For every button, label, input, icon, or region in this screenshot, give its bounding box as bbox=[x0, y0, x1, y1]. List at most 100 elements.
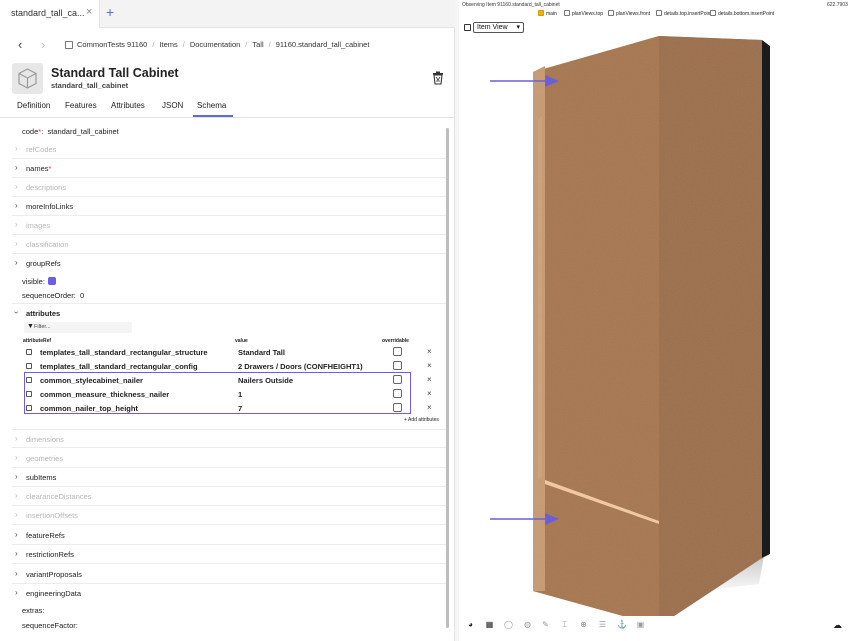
overridable-checkbox[interactable] bbox=[393, 347, 402, 356]
item-thumbnail bbox=[12, 63, 43, 94]
external-link-icon[interactable] bbox=[26, 363, 32, 369]
close-icon[interactable]: × bbox=[86, 6, 92, 18]
chevron-right-icon: › bbox=[15, 258, 18, 267]
section-grouprefs[interactable]: › groupRefs bbox=[12, 254, 446, 273]
layer-toggle-details-bottom[interactable]: details.bottom.insertPoint bbox=[710, 10, 774, 17]
external-link-icon[interactable] bbox=[26, 349, 32, 355]
section-refcodes[interactable]: › refCodes bbox=[12, 140, 446, 159]
section-variantproposals[interactable]: › variantProposals bbox=[12, 565, 446, 584]
layer-checkbox[interactable] bbox=[710, 10, 716, 16]
section-subitems[interactable]: › subItems bbox=[12, 468, 446, 487]
overridable-checkbox[interactable] bbox=[393, 361, 402, 370]
chevron-right-icon: › bbox=[15, 144, 18, 153]
sphere-icon[interactable]: ◍ bbox=[523, 620, 532, 629]
viewer-toolbar: ◕ ▦ ◯ ◍ ✎ ⌶ ⊕ ☰ ⚓ ▣ bbox=[464, 620, 854, 632]
remove-attribute-icon[interactable]: × bbox=[427, 375, 432, 384]
chevron-right-icon: › bbox=[15, 163, 18, 172]
sequence-order-field: sequenceOrder: 0 bbox=[22, 291, 85, 300]
breadcrumb-item[interactable]: Tall bbox=[252, 40, 263, 49]
attribute-name[interactable]: templates_tall_standard_rectangular_stru… bbox=[40, 348, 208, 357]
section-geometries[interactable]: › geometries bbox=[12, 449, 446, 468]
view-mode-select[interactable]: Item View ▾ bbox=[473, 22, 524, 33]
palette-icon[interactable]: ◕ bbox=[466, 620, 475, 629]
target-icon[interactable]: ⊕ bbox=[579, 620, 588, 629]
remove-attribute-icon[interactable]: × bbox=[427, 389, 432, 398]
code-value[interactable]: standard_tall_cabinet bbox=[47, 127, 118, 136]
attribute-value[interactable]: 2 Drawers / Doors (CONFHEIGHT1) bbox=[238, 362, 363, 371]
section-label: engineeringData bbox=[26, 589, 82, 598]
chevron-down-icon: ▾ bbox=[516, 24, 520, 31]
section-label: names* bbox=[26, 164, 52, 173]
item-tabs: Definition Features Attributes JSON Sche… bbox=[0, 96, 455, 118]
attribute-name[interactable]: templates_tall_standard_rectangular_conf… bbox=[40, 362, 198, 371]
remove-attribute-icon[interactable]: × bbox=[427, 347, 432, 356]
section-dimensions[interactable]: › dimensions bbox=[12, 429, 446, 448]
layer-toggle-planviews-front[interactable]: planViews.front bbox=[608, 10, 650, 17]
ruler-icon[interactable]: ⌶ bbox=[560, 620, 569, 629]
grid-icon[interactable]: ▦ bbox=[485, 620, 494, 629]
layer-toggle-details-top[interactable]: details.top.insertPoint bbox=[656, 10, 712, 17]
attribute-value[interactable]: Standard Tall bbox=[238, 348, 285, 357]
tab-standard-tall-cabinet[interactable]: standard_tall_ca... × bbox=[0, 0, 100, 28]
add-attributes-button[interactable]: + Add attributes bbox=[404, 417, 439, 423]
breadcrumb-item[interactable]: Documentation bbox=[190, 40, 240, 49]
section-label: geometries bbox=[26, 454, 64, 463]
item-code: standard_tall_cabinet bbox=[51, 81, 129, 90]
code-label: code bbox=[22, 127, 39, 136]
section-images[interactable]: › images bbox=[12, 216, 446, 235]
remove-attribute-icon[interactable]: × bbox=[427, 403, 432, 412]
forward-arrow-icon[interactable]: › bbox=[41, 37, 45, 52]
item-header: Standard Tall Cabinet standard_tall_cabi… bbox=[12, 63, 452, 95]
chevron-right-icon: › bbox=[15, 434, 18, 443]
section-clearancedistances[interactable]: › clearanceDistances bbox=[12, 487, 446, 506]
back-arrow-icon[interactable]: ‹ bbox=[18, 37, 22, 52]
sequence-order-value[interactable]: 0 bbox=[80, 291, 84, 300]
layer-checkbox[interactable] bbox=[608, 10, 614, 16]
section-insertionoffsets[interactable]: › insertionOffsets bbox=[12, 506, 446, 525]
breadcrumb-item[interactable]: 91160.standard_tall_cabinet bbox=[276, 40, 370, 49]
chevron-right-icon: › bbox=[15, 472, 18, 481]
section-attributes[interactable]: › attributes bbox=[12, 303, 446, 322]
tab-features[interactable]: Features bbox=[65, 101, 97, 110]
layer-checkbox[interactable] bbox=[538, 10, 544, 16]
section-moreinfolinks[interactable]: › moreInfoLinks bbox=[12, 197, 446, 216]
remove-attribute-icon[interactable]: × bbox=[427, 361, 432, 370]
breadcrumb-item[interactable]: CommonTests 91160 bbox=[77, 40, 147, 49]
pen-icon[interactable]: ✎ bbox=[541, 620, 550, 629]
layer-toggle-main[interactable]: main bbox=[538, 10, 557, 17]
chevron-right-icon: › bbox=[15, 220, 18, 229]
section-label: featureRefs bbox=[26, 531, 65, 540]
section-descriptions[interactable]: › descriptions bbox=[12, 178, 446, 197]
section-featurerefs[interactable]: › featureRefs bbox=[12, 526, 446, 545]
tab-json[interactable]: JSON bbox=[162, 101, 183, 110]
tab-attributes[interactable]: Attributes bbox=[111, 101, 145, 110]
cube-icon[interactable]: ▣ bbox=[636, 620, 645, 629]
visible-checkbox[interactable] bbox=[47, 277, 56, 285]
section-label: variantProposals bbox=[26, 570, 82, 579]
section-restrictionrefs[interactable]: › restrictionRefs bbox=[12, 545, 446, 564]
anchor-icon[interactable]: ⚓ bbox=[617, 620, 627, 629]
section-label: images bbox=[26, 221, 51, 230]
section-names[interactable]: › names* bbox=[12, 159, 446, 178]
tab-schema[interactable]: Schema bbox=[197, 101, 226, 110]
layer-checkbox[interactable] bbox=[564, 10, 570, 16]
3d-viewport[interactable] bbox=[459, 36, 859, 616]
layer-checkbox[interactable] bbox=[656, 10, 662, 16]
layer-toggle-planviews-top[interactable]: planViews.top bbox=[564, 10, 603, 17]
version-label: 622.7903 bbox=[827, 2, 848, 8]
add-tab-icon[interactable]: + bbox=[106, 4, 114, 20]
trash-icon[interactable] bbox=[432, 71, 444, 85]
wood-grain-texture bbox=[533, 36, 762, 616]
cube-icon bbox=[18, 68, 37, 89]
tab-definition[interactable]: Definition bbox=[17, 101, 50, 110]
circle-icon[interactable]: ◯ bbox=[504, 620, 513, 629]
section-classification[interactable]: › classification bbox=[12, 235, 446, 254]
attribute-filter-input[interactable]: ▼ Filter... bbox=[24, 322, 132, 333]
cloud-icon[interactable]: ☁ bbox=[833, 620, 842, 631]
breadcrumb-item[interactable]: Items bbox=[159, 40, 177, 49]
filter-placeholder: Filter... bbox=[34, 324, 51, 330]
layers-icon[interactable]: ☰ bbox=[598, 620, 607, 629]
chevron-right-icon: › bbox=[15, 510, 18, 519]
section-engineeringdata[interactable]: › engineeringData bbox=[12, 584, 446, 603]
chevron-right-icon: › bbox=[15, 239, 18, 248]
